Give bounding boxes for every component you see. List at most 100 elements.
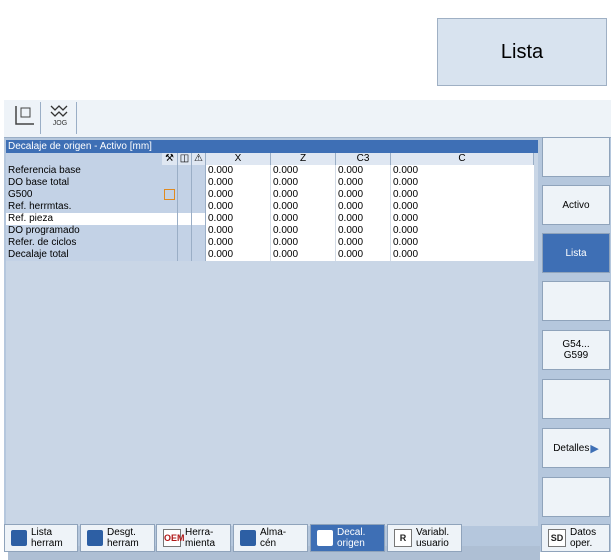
horizontal-softkey-4[interactable]: Alma-cén [233,524,308,552]
vertical-softkey-8[interactable] [542,477,610,517]
horizontal-softkey-2[interactable]: Desgt. herram [80,524,155,552]
row-flag [177,225,192,238]
value-c[interactable]: 0.000 [390,237,534,250]
softkey-label-line2: herram [31,538,63,549]
column-header-z: Z [270,153,336,165]
table-row[interactable]: Referencia base 0.000 0.000 0.000 0.000 [6,165,534,177]
value-c[interactable]: 0.000 [390,177,534,189]
value-c[interactable]: 0.000 [390,213,534,226]
row-flag [162,177,178,189]
softkey-label-line1: Datos [570,527,597,538]
value-c3[interactable]: 0.000 [335,189,391,202]
softkey-label-line1: Alma- [260,527,287,538]
softkey-label-line2: usuario [416,538,449,549]
horizontal-softkey-7[interactable]: SD Datos oper. [541,524,610,552]
row-flag [162,213,178,226]
row-flag [177,201,192,214]
row-label: Decalaje total [6,249,162,262]
row-flag [177,237,192,250]
table-row[interactable]: Refer. de ciclos 0.000 0.000 0.000 0.000 [6,237,534,250]
value-c3[interactable]: 0.000 [335,177,391,189]
value-z[interactable]: 0.000 [270,201,336,214]
vertical-softkey-5[interactable]: G54... G599 [542,330,610,370]
offset-table: ⚒ ◫ ⚠ X Z C3 C Referencia base 0.000 0.000… [6,153,534,262]
warning-icon: ⚠ [191,153,206,165]
softkey-label-line1: Variabl. [416,527,450,538]
vertical-softkey-2[interactable]: Activo [542,185,610,225]
row-flag [162,237,178,250]
value-c3[interactable]: 0.000 [335,237,391,250]
value-z[interactable]: 0.000 [270,177,336,189]
jog-label: JOG [52,120,68,127]
softkey-label-line1: Desgt. [107,527,136,538]
value-c3[interactable]: 0.000 [335,225,391,238]
table-row[interactable]: Ref. herrmtas. 0.000 0.000 0.000 0.000 [6,201,534,214]
horizontal-softkey-1[interactable]: Lista herram [4,524,78,552]
value-x[interactable]: 0.000 [205,201,271,214]
row-label: Refer. de ciclos [6,237,162,250]
softkey-label-line2: origen [337,538,365,549]
value-z[interactable]: 0.000 [270,249,336,262]
vertical-softkey-1[interactable] [542,137,610,177]
value-c[interactable]: 0.000 [390,225,534,238]
value-x[interactable]: 0.000 [205,213,271,226]
softkey-label: Detalles [553,442,590,454]
row-label: DO programado [6,225,162,238]
vertical-softkey-3[interactable]: Lista [542,233,610,273]
zero-offset-panel: Decalaje de origen - Activo [mm] ⚒ ◫ ⚠ X… [6,140,540,560]
horizontal-softkey-6[interactable]: R Variabl. usuario [387,524,462,552]
softkey-label-line1: Herra- [185,527,214,538]
vertical-softkey-7[interactable]: Detalles ▶ [542,428,610,468]
value-c[interactable]: 0.000 [390,201,534,214]
row-label: Ref. pieza [6,213,162,226]
value-c[interactable]: 0.000 [390,189,534,202]
softkey-label-line2: herram [107,538,139,549]
table-header: ⚒ ◫ ⚠ X Z C3 C [6,153,534,165]
value-x[interactable]: 0.000 [205,177,271,189]
value-x[interactable]: 0.000 [205,189,271,202]
value-x[interactable]: 0.000 [205,237,271,250]
value-x[interactable]: 0.000 [205,225,271,238]
value-c3[interactable]: 0.000 [335,213,391,226]
table-row[interactable]: DO programado 0.000 0.000 0.000 0.000 [6,225,534,238]
value-z[interactable]: 0.000 [270,189,336,202]
softkey-label: G54... G599 [562,339,590,361]
jog-icon: JOG [44,102,77,134]
row-flag [191,249,206,262]
row-flag [162,225,178,238]
value-z[interactable]: 0.000 [270,225,336,238]
value-c[interactable]: 0.000 [390,249,534,262]
lista-button[interactable]: Lista [437,18,607,86]
table-row[interactable]: Ref. pieza 0.000 0.000 0.000 0.000 [6,213,534,226]
column-header-x: X [205,153,271,165]
value-c3[interactable]: 0.000 [335,249,391,262]
row-flag [177,177,192,189]
table-row[interactable]: Decalaje total 0.000 0.000 0.000 0.000 [6,249,534,262]
table-row[interactable]: G500 0.000 0.000 0.000 0.000 [6,189,534,202]
value-z[interactable]: 0.000 [270,213,336,226]
value-c3[interactable]: 0.000 [335,165,391,177]
row-flag [162,201,178,214]
frame-icon: ◫ [177,153,192,165]
row-label: Ref. herrmtas. [6,201,162,214]
row-flag [191,225,206,238]
horizontal-softkey-5[interactable]: Decal. origen [310,524,385,552]
value-c3[interactable]: 0.000 [335,201,391,214]
value-z[interactable]: 0.000 [270,165,336,177]
row-flag [191,165,206,177]
row-flag [191,213,206,226]
value-x[interactable]: 0.000 [205,249,271,262]
value-x[interactable]: 0.000 [205,165,271,177]
value-c[interactable]: 0.000 [390,165,534,177]
vertical-softkey-4[interactable] [542,281,610,321]
vertical-softkey-6[interactable] [542,379,610,419]
row-flag [191,201,206,214]
label-column-header [6,153,162,165]
row-flag [162,189,178,202]
column-header-c3: C3 [335,153,391,165]
softkey-label-line2: cén [260,538,277,549]
value-z[interactable]: 0.000 [270,237,336,250]
table-row[interactable]: DO base total 0.000 0.000 0.000 0.000 [6,177,534,189]
horizontal-softkey-3[interactable]: OEM Herra-mienta [156,524,231,552]
row-flag [162,165,178,177]
